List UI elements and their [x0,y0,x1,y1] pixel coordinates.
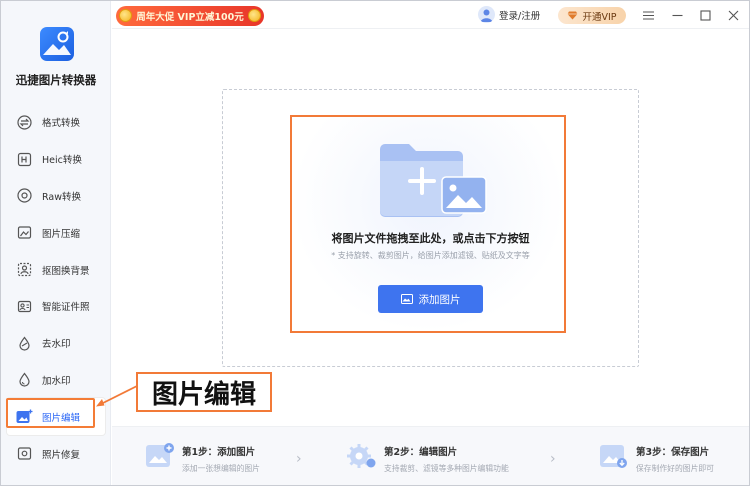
edit-image-step-icon [346,441,376,471]
format-convert-icon [16,114,33,131]
add-image-step-icon [144,441,174,471]
step-1: 第1步：添加图片 添加一张想编辑的图片 [144,441,260,474]
add-watermark-icon [16,371,33,388]
steps-bar: 第1步：添加图片 添加一张想编辑的图片 › 第2步：编辑图片 支持裁剪、滤镜等多… [112,426,749,485]
promo-banner[interactable]: 周年大促 VIP立减100元 [116,6,264,26]
sidebar-item-compress[interactable]: 图片压缩 [1,214,111,251]
sidebar-item-format-convert[interactable]: 格式转换 [1,104,111,141]
sidebar-item-photo-repair[interactable]: 照片修复 [1,435,111,472]
add-image-button[interactable]: 添加图片 [378,285,483,313]
photo-repair-icon [16,445,33,462]
chevron-right-icon: › [296,451,302,467]
remove-watermark-icon [16,335,33,352]
save-image-step-icon [598,441,628,471]
vip-label: 开通VIP [582,11,617,23]
sidebar-item-raw[interactable]: Raw转换 [1,178,111,215]
sidebar-item-label: Heic转换 [42,155,82,167]
sidebar-item-label: 图片编辑 [42,412,81,424]
drop-zone-hint: * 支持旋转、裁剪图片，给图片添加滤镜、贴纸及文字等 [331,251,530,260]
app-name: 迅捷图片转换器 [15,73,97,87]
step-desc: 添加一张想编辑的图片 [182,464,260,473]
step-title: 第1步：添加图片 [182,447,256,458]
step-desc: 支持裁剪、滤镜等多种图片编辑功能 [384,464,509,473]
folder-add-icon [376,141,488,221]
maximize-icon[interactable] [697,7,713,23]
drop-zone-title: 将图片文件拖拽至此处，或点击下方按钮 [331,232,530,245]
sidebar-item-cutout[interactable]: 抠图换背景 [1,251,111,288]
heic-icon [16,151,33,168]
callout-arrow [96,385,138,407]
sidebar-item-remove-watermark[interactable]: 去水印 [1,325,111,362]
sidebar-item-label: 照片修复 [42,449,81,461]
menu-icon[interactable] [640,7,656,23]
sidebar-item-label: 抠图换背景 [42,265,90,277]
minimize-icon[interactable] [669,7,685,23]
sidebar-item-label: 去水印 [42,339,71,351]
promo-text: 周年大促 VIP立减100元 [136,12,244,23]
sidebar-item-heic[interactable]: Heic转换 [1,141,111,178]
sidebar-item-label: 加水印 [42,375,71,387]
add-image-label: 添加图片 [418,293,461,306]
chevron-right-icon: › [550,451,556,467]
step-title: 第3步：保存图片 [636,447,710,458]
app-logo-icon [40,27,74,61]
coin-icon [248,9,261,22]
image-icon [400,294,413,304]
raw-icon [16,187,33,204]
avatar-icon [478,6,495,23]
close-icon[interactable] [725,7,741,23]
sidebar-item-label: 图片压缩 [42,228,81,240]
annotation-callout: 图片编辑 [136,372,272,412]
login-label: 登录/注册 [499,10,541,22]
sidebar-item-image-edit[interactable]: 图片编辑 [7,398,105,436]
sidebar: 迅捷图片转换器 格式转换 Heic转换 Raw转换 图片压缩 抠图换背景 智能证… [1,1,111,485]
sidebar-item-label: Raw转换 [42,191,81,203]
coin-icon [119,9,132,22]
sidebar-item-id-photo[interactable]: 智能证件照 [1,288,111,325]
diamond-icon [567,11,578,20]
step-3: 第3步：保存图片 保存制作好的图片即可 [598,441,714,474]
sidebar-nav: 格式转换 Heic转换 Raw转换 图片压缩 抠图换背景 智能证件照 去水印 加… [1,104,111,472]
title-bar: 周年大促 VIP立减100元 登录/注册 开通VIP [112,1,749,29]
id-photo-icon [16,298,33,315]
step-title: 第2步：编辑图片 [384,447,458,458]
step-desc: 保存制作好的图片即可 [636,464,714,473]
image-edit-icon [16,408,33,425]
step-2: 第2步：编辑图片 支持裁剪、滤镜等多种图片编辑功能 [346,441,509,474]
login-button[interactable]: 登录/注册 [478,6,540,23]
sidebar-item-label: 格式转换 [42,118,81,130]
cutout-icon [16,261,33,278]
compress-icon [16,224,33,241]
open-vip-button[interactable]: 开通VIP [558,7,626,24]
sidebar-item-label: 智能证件照 [42,302,90,314]
